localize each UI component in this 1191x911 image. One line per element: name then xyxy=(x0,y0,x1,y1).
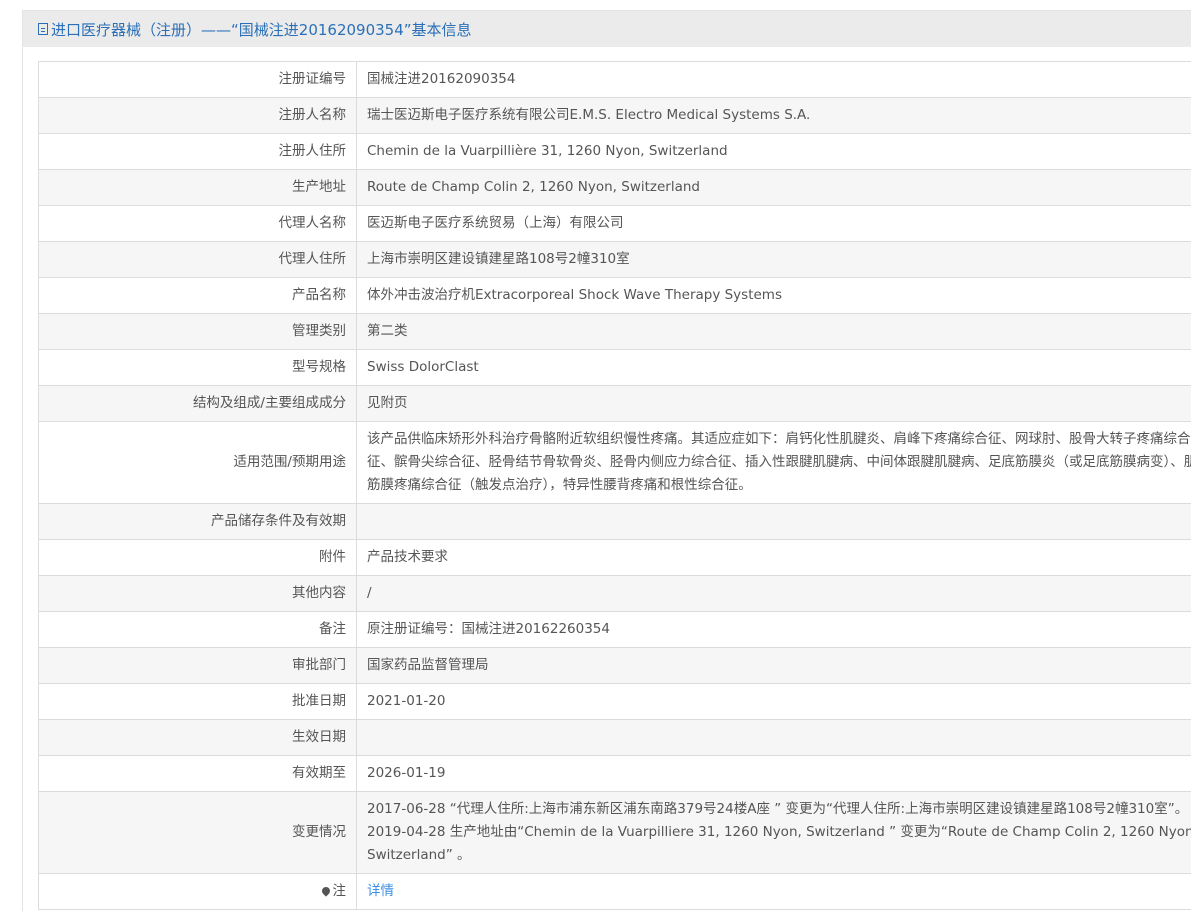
field-label: 备注 xyxy=(39,612,357,648)
table-row: 注册人名称瑞士医迈斯电子医疗系统有限公司E.M.S. Electro Medic… xyxy=(39,98,1191,134)
field-value: 见附页 xyxy=(357,386,1191,422)
field-value: 国械注进20162090354 xyxy=(357,62,1191,98)
field-value: 该产品供临床矫形外科治疗骨骼附近软组织慢性疼痛。其适应症如下：肩钙化性肌腱炎、肩… xyxy=(357,422,1191,504)
field-value: 2021-01-20 xyxy=(357,684,1191,720)
field-label: 型号规格 xyxy=(39,350,357,386)
field-label: 批准日期 xyxy=(39,684,357,720)
field-value: 原注册证编号：国械注进20162260354 xyxy=(357,612,1191,648)
field-label: 生产地址 xyxy=(39,170,357,206)
field-value: 体外冲击波治疗机Extracorporeal Shock Wave Therap… xyxy=(357,278,1191,314)
table-row: 生效日期 xyxy=(39,720,1191,756)
table-row: 注册人住所Chemin de la Vuarpillière 31, 1260 … xyxy=(39,134,1191,170)
panel-header: 进口医疗器械（注册）——“国械注进20162090354”基本信息 xyxy=(23,11,1191,47)
field-value: 瑞士医迈斯电子医疗系统有限公司E.M.S. Electro Medical Sy… xyxy=(357,98,1191,134)
field-value: 2026-01-19 xyxy=(357,756,1191,792)
table-row: 批准日期2021-01-20 xyxy=(39,684,1191,720)
field-value xyxy=(357,720,1191,756)
field-label: 注册人住所 xyxy=(39,134,357,170)
field-label: 附件 xyxy=(39,540,357,576)
table-row: 型号规格Swiss DolorClast xyxy=(39,350,1191,386)
field-label: 审批部门 xyxy=(39,648,357,684)
table-row: 其他内容/ xyxy=(39,576,1191,612)
note-cell: 详情 xyxy=(357,874,1191,910)
field-value xyxy=(357,504,1191,540)
table-row: 代理人住所上海市崇明区建设镇建星路108号2幢310室 xyxy=(39,242,1191,278)
table-row: 适用范围/预期用途该产品供临床矫形外科治疗骨骼附近软组织慢性疼痛。其适应症如下：… xyxy=(39,422,1191,504)
table-row: 生产地址Route de Champ Colin 2, 1260 Nyon, S… xyxy=(39,170,1191,206)
table-row-changes: 变更情况 2017-06-28 “代理人住所:上海市浦东新区浦东南路379号24楼… xyxy=(39,792,1191,874)
field-value: 产品技术要求 xyxy=(357,540,1191,576)
field-label: 注册证编号 xyxy=(39,62,357,98)
field-value: Swiss DolorClast xyxy=(357,350,1191,386)
field-label: 结构及组成/主要组成成分 xyxy=(39,386,357,422)
field-value: Chemin de la Vuarpillière 31, 1260 Nyon,… xyxy=(357,134,1191,170)
table-row: 审批部门国家药品监督管理局 xyxy=(39,648,1191,684)
page-title: 进口医疗器械（注册）——“国械注进20162090354”基本信息 xyxy=(51,19,472,40)
table-row: 代理人名称医迈斯电子医疗系统贸易（上海）有限公司 xyxy=(39,206,1191,242)
document-icon xyxy=(38,23,48,35)
field-value: 2017-06-28 “代理人住所:上海市浦东新区浦东南路379号24楼A座 ”… xyxy=(357,792,1191,874)
field-label: 生效日期 xyxy=(39,720,357,756)
note-label-cell: 注 xyxy=(39,874,357,910)
field-label: 变更情况 xyxy=(39,792,357,874)
field-label: 其他内容 xyxy=(39,576,357,612)
table-row: 管理类别第二类 xyxy=(39,314,1191,350)
field-label: 代理人住所 xyxy=(39,242,357,278)
field-label: 产品储存条件及有效期 xyxy=(39,504,357,540)
table-row-note: 注 详情 xyxy=(39,874,1191,910)
table-row: 产品名称体外冲击波治疗机Extracorporeal Shock Wave Th… xyxy=(39,278,1191,314)
table-row: 注册证编号国械注进20162090354 xyxy=(39,62,1191,98)
field-label: 适用范围/预期用途 xyxy=(39,422,357,504)
info-table: 注册证编号国械注进20162090354注册人名称瑞士医迈斯电子医疗系统有限公司… xyxy=(38,61,1191,910)
field-value: 国家药品监督管理局 xyxy=(357,648,1191,684)
field-value: Route de Champ Colin 2, 1260 Nyon, Switz… xyxy=(357,170,1191,206)
change-entry: 2019-04-28 生产地址由“Chemin de la Vuarpillie… xyxy=(367,821,1191,867)
pin-icon xyxy=(320,885,331,896)
table-row: 结构及组成/主要组成成分见附页 xyxy=(39,386,1191,422)
table-row: 有效期至2026-01-19 xyxy=(39,756,1191,792)
field-label: 代理人名称 xyxy=(39,206,357,242)
field-label: 注册人名称 xyxy=(39,98,357,134)
field-value: 医迈斯电子医疗系统贸易（上海）有限公司 xyxy=(357,206,1191,242)
field-value: 第二类 xyxy=(357,314,1191,350)
table-row: 备注原注册证编号：国械注进20162260354 xyxy=(39,612,1191,648)
field-label: 注 xyxy=(333,883,347,899)
field-value: / xyxy=(357,576,1191,612)
info-panel: 进口医疗器械（注册）——“国械注进20162090354”基本信息 注册证编号国… xyxy=(22,10,1191,911)
field-label: 产品名称 xyxy=(39,278,357,314)
details-link[interactable]: 详情 xyxy=(367,883,394,899)
field-label: 管理类别 xyxy=(39,314,357,350)
table-row: 附件产品技术要求 xyxy=(39,540,1191,576)
field-label: 有效期至 xyxy=(39,756,357,792)
field-value: 上海市崇明区建设镇建星路108号2幢310室 xyxy=(357,242,1191,278)
table-row: 产品储存条件及有效期 xyxy=(39,504,1191,540)
change-entry: 2017-06-28 “代理人住所:上海市浦东新区浦东南路379号24楼A座 ”… xyxy=(367,798,1191,821)
